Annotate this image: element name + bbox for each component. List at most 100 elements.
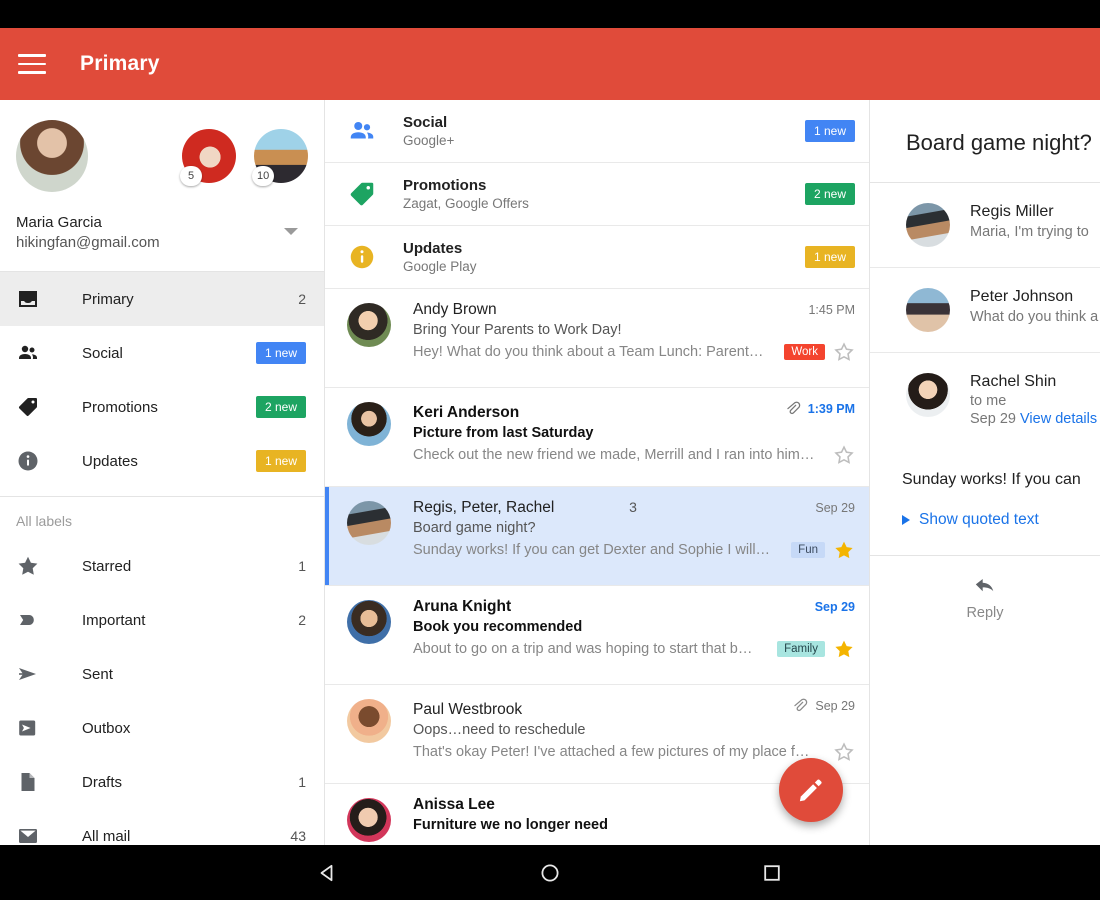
show-quoted-text-button[interactable]: Show quoted text [870,489,1100,555]
message-date-row: Sep 29 View details [970,411,1097,427]
sidebar-item-count: 43 [290,828,306,844]
sidebar-item-outbox[interactable]: Outbox [0,701,324,755]
avatar [347,402,391,446]
tag-icon [347,179,403,209]
back-triangle-icon[interactable] [301,852,355,894]
all-labels-heading: All labels [16,513,73,529]
email-sender: Regis, Peter, Rachel [413,499,555,516]
avatar[interactable] [16,120,88,192]
avatar[interactable]: 5 [180,129,236,186]
reply-label: Reply [966,605,1004,621]
avatar [906,288,950,332]
avatar [347,303,391,347]
draft-icon [16,770,56,794]
email-meta: 1:39 PM [784,400,855,417]
message-preview: What do you think a [970,309,1099,325]
table-row[interactable]: Regis, Peter, Rachel 3 Sep 29 Board game… [325,487,869,586]
table-row[interactable]: Aruna Knight Sep 29 Book you recommended… [325,586,869,685]
email-snippet-line: That's okay Peter! I've attached a few p… [413,741,855,763]
status-badge: 1 new [804,246,855,268]
reply-button[interactable]: Reply [925,572,1045,621]
sidebar-item-updates[interactable]: Updates 1 new [0,434,324,488]
sidebar-item-badge: 1 new [255,450,306,472]
view-details-link[interactable]: View details [1020,411,1097,427]
triangle-right-icon [902,515,910,525]
sidebar-item-drafts[interactable]: Drafts 1 [0,755,324,809]
message-summary: Peter Johnson What do you think a [970,288,1098,332]
category-row-promotions[interactable]: Promotions Zagat, Google Offers 2 new [325,163,869,226]
hamburger-menu-icon[interactable] [18,54,46,74]
email-subject: Picture from last Saturday [413,425,594,441]
email-content: Regis, Peter, Rachel 3 Sep 29 Board game… [413,499,855,574]
sidebar-item-all-mail[interactable]: All mail 43 [0,809,324,845]
email-content: Keri Anderson 1:39 PM Picture from last … [413,400,855,475]
sidebar-item-primary[interactable]: Primary 2 [0,272,324,326]
sidebar-item-social[interactable]: Social 1 new [0,326,324,380]
sidebar-item-badge: 2 new [255,396,306,418]
gmail-app: Primary 5 10 Maria Garcia hikingfan@gmai… [0,28,1100,845]
people-icon [16,341,56,365]
email-subject: Furniture we no longer need [413,817,608,833]
star-icon[interactable] [833,539,855,561]
label-chip[interactable]: Family [777,641,825,657]
avatar [906,373,950,417]
star-icon[interactable] [833,741,855,763]
email-snippet-line: Check out the new friend we made, Merril… [413,444,855,466]
message-sender: Regis Miller [970,203,1054,220]
email-timestamp: Sep 29 [815,698,855,713]
email-sender: Aruna Knight [413,598,512,615]
category-title: Updates [403,240,463,257]
email-meta: Sep 29 [815,600,855,614]
message-sender: Rachel Shin [970,373,1057,390]
table-row[interactable]: Andy Brown 1:45 PM Bring Your Parents to… [325,289,869,388]
show-quoted-text-label: Show quoted text [919,511,1039,528]
compose-button[interactable] [779,758,843,822]
sidebar-item-count: 2 [298,612,306,628]
category-row-social[interactable]: Social Google+ 1 new [325,100,869,163]
category-row-updates[interactable]: Updates Google Play 1 new [325,226,869,289]
sidebar-item-label: Social [82,344,123,362]
account-name: Maria Garcia [16,214,102,231]
sidebar-item-label: Important [82,611,146,629]
category-title: Social [403,114,448,131]
email-timestamp: 1:45 PM [808,303,855,317]
recents-square-icon[interactable] [745,852,799,894]
three-pane-layout: 5 10 Maria Garcia hikingfan@gmail.com Pr… [0,100,1100,845]
conversation-list: Social Google+ 1 new Promotions Zagat, G… [325,100,870,845]
attachment-icon [791,697,808,714]
account-email: hikingfan@gmail.com [16,234,160,251]
account-header[interactable]: 5 10 Maria Garcia hikingfan@gmail.com [0,100,324,272]
sidebar-item-promotions[interactable]: Promotions 2 new [0,380,324,434]
email-content: Aruna Knight Sep 29 Book you recommended… [413,598,855,673]
email-snippet: That's okay Peter! I've attached a few p… [413,744,810,760]
android-navigation-bar [0,845,1100,900]
star-icon[interactable] [833,444,855,466]
email-timestamp: Sep 29 [814,600,855,614]
avatar [906,203,950,247]
table-row[interactable]: Keri Anderson 1:39 PM Picture from last … [325,388,869,487]
list-item[interactable]: Peter Johnson What do you think a [870,268,1100,353]
avatar[interactable]: 10 [252,129,308,186]
label-chip[interactable]: Work [784,344,825,360]
sidebar-item-sent[interactable]: Sent [0,647,324,701]
email-subject: Oops…need to reschedule [413,722,586,738]
email-meta: Sep 29 [647,501,855,515]
category-subtitle: Zagat, Google Offers [403,196,529,211]
email-header-line: Paul Westbrook Sep 29 [413,697,855,719]
thread-count: 3 [629,499,637,515]
label-chip[interactable]: Fun [791,542,825,558]
info-icon [347,242,403,272]
star-icon[interactable] [833,638,855,660]
email-subject: Book you recommended [413,619,583,635]
list-item[interactable]: Regis Miller Maria, I'm trying to [870,183,1100,268]
sidebar-item-important[interactable]: Important 2 [0,593,324,647]
email-content: Andy Brown 1:45 PM Bring Your Parents to… [413,301,855,376]
home-circle-icon[interactable] [523,852,577,894]
message-body: Sunday works! If you can [902,471,1081,488]
sidebar-item-starred[interactable]: Starred 1 [0,539,324,593]
star-icon[interactable] [833,341,855,363]
email-sender: Andy Brown [413,301,497,318]
android-tablet-screen: Primary 5 10 Maria Garcia hikingfan@gmai… [0,0,1100,900]
sidebar-item-count: 2 [298,291,306,307]
chevron-down-icon[interactable] [284,228,298,235]
